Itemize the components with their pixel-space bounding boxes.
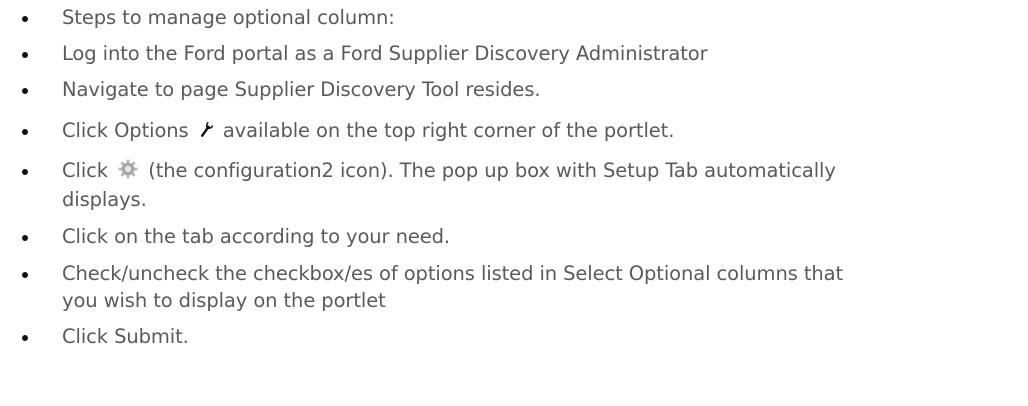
bullet xyxy=(22,52,28,58)
bullet xyxy=(22,335,28,341)
bullet xyxy=(22,169,28,175)
list-item: Navigate to page Supplier Discovery Tool… xyxy=(0,76,1028,103)
bullet xyxy=(22,16,28,22)
list-item-text: Click Submit. xyxy=(62,325,189,348)
bullet xyxy=(22,235,28,241)
list-item: Click Submit. xyxy=(0,323,1028,350)
list-item: Check/uncheck the checkbox/es of options… xyxy=(0,260,1028,314)
bullet xyxy=(22,88,28,94)
list-item-text: Click on the tab according to your need. xyxy=(62,225,450,248)
list-item-text-continued: you wish to display on the portlet xyxy=(62,289,386,312)
bullet xyxy=(22,272,28,278)
list-item: Log into the Ford portal as a Ford Suppl… xyxy=(0,40,1028,67)
list-item: Click Options available on the top right… xyxy=(0,117,1028,146)
list-item-text-after: available on the top right corner of the… xyxy=(222,119,675,142)
list-item: Click on the tab according to your need. xyxy=(0,223,1028,250)
list-item-text-before: Click Options xyxy=(62,119,189,142)
list-item-text: Log into the Ford portal as a Ford Suppl… xyxy=(62,42,708,65)
steps-list: Steps to manage optional column: Log int… xyxy=(0,4,1028,350)
list-item: Click (the configuration2 icon). The pop… xyxy=(0,157,1028,213)
list-item-text: Steps to manage optional column: xyxy=(62,6,395,29)
list-item-text: Navigate to page Supplier Discovery Tool… xyxy=(62,78,541,101)
list-item-text-continued: displays. xyxy=(62,188,147,211)
list-item-text: Check/uncheck the checkbox/es of options… xyxy=(62,262,844,285)
list-item: Steps to manage optional column: xyxy=(0,4,1028,31)
bullet xyxy=(22,129,28,135)
list-item-text-before: Click xyxy=(62,159,108,182)
gear-icon xyxy=(118,159,138,186)
list-item-text-after: (the configuration2 icon). The pop up bo… xyxy=(148,159,836,182)
document: Steps to manage optional column: Log int… xyxy=(0,0,1028,406)
wrench-icon xyxy=(199,119,214,146)
